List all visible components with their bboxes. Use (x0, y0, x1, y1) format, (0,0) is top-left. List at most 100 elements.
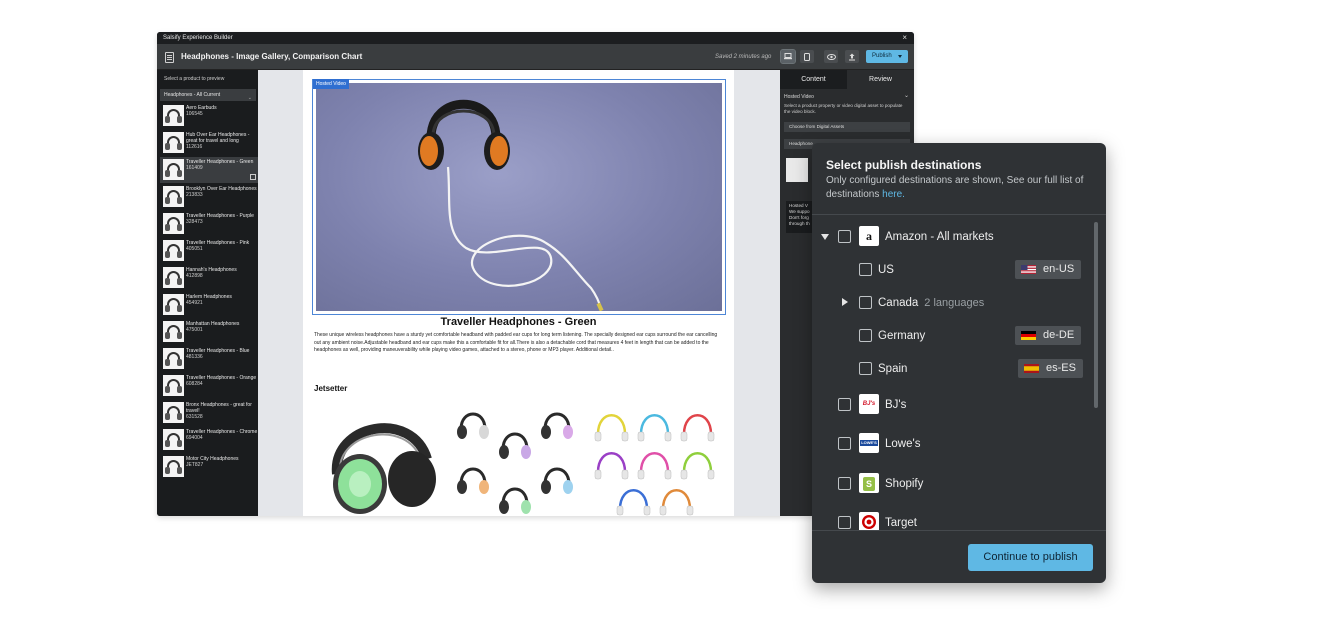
us-flag-icon (1021, 265, 1036, 274)
product-sku: 475001 (186, 327, 203, 333)
document-icon (165, 52, 174, 63)
ear-cup-right (177, 440, 182, 447)
preview-page: Hosted Video Traveller Headphones - Gree… (303, 70, 734, 516)
destination-amazon: a Amazon - All markets (812, 225, 1092, 249)
ear-cup-left (165, 413, 170, 420)
product-list-item[interactable]: Traveller Headphones - Blue 481336 (160, 346, 258, 372)
product-thumbnail (163, 321, 184, 342)
product-name: Traveller Headphones - Pink 405051 (186, 240, 258, 252)
product-thumbnail (163, 429, 184, 450)
product-thumbnail (163, 348, 184, 369)
product-sku: 213833 (186, 192, 203, 198)
tab-content[interactable]: Content (780, 70, 847, 89)
product-list-item[interactable]: Brooklyn Over Ear Headphones 213833 (160, 184, 258, 210)
canada-checkbox[interactable] (859, 296, 872, 309)
product-set-select[interactable]: Headphones - All Current ⌄ (160, 89, 256, 101)
upload-button[interactable] (845, 50, 859, 63)
ear-cup-right (177, 278, 182, 285)
destinations-link[interactable]: here. (882, 189, 905, 200)
ear-cup-left (165, 440, 170, 447)
ear-cup-left (165, 143, 170, 150)
tab-review[interactable]: Review (847, 70, 914, 89)
us-checkbox[interactable] (859, 263, 872, 276)
product-sku: 631528 (186, 414, 203, 420)
hosted-video-badge: Hosted Video (313, 79, 349, 89)
page-title: Headphones - Image Gallery, Comparison C… (181, 52, 363, 61)
product-thumbnail (163, 240, 184, 261)
ear-cup-right (177, 332, 182, 339)
shopify-checkbox[interactable] (838, 477, 851, 490)
product-name: Harlem Headphones 454921 (186, 294, 258, 306)
product-thumbnail (163, 402, 184, 423)
external-link-icon[interactable] (250, 174, 256, 180)
product-list-item[interactable]: Harlem Headphones 454921 (160, 292, 258, 318)
digital-asset-select[interactable]: Choose from Digital Assets (784, 122, 910, 132)
ear-cup-left (165, 116, 170, 123)
product-list-item[interactable]: Traveller Headphones - Chrome 694004 (160, 427, 258, 453)
product-thumbnail (163, 186, 184, 207)
gallery-image-large-headphones (331, 423, 436, 514)
preview-button[interactable] (824, 50, 838, 63)
product-name: Traveller Headphones - Orange 608284 (186, 375, 258, 387)
product-list-item[interactable]: Traveller Headphones - Purple 328473 (160, 211, 258, 237)
product-name: Brooklyn Over Ear Headphones 213833 (186, 186, 258, 198)
hosted-video-block[interactable]: Hosted Video (312, 79, 726, 315)
bjs-logo-icon: BJ's (859, 394, 879, 414)
shopify-logo-text: S (863, 477, 875, 491)
destination-list: a Amazon - All markets US en-US Canada 2 … (812, 215, 1106, 530)
continue-to-publish-button[interactable]: Continue to publish (968, 544, 1093, 571)
product-list-item[interactable]: Traveller Headphones - Green 161409 (160, 157, 258, 183)
collapse-icon[interactable] (821, 234, 829, 240)
close-icon[interactable]: × (902, 32, 907, 44)
desktop-view-button[interactable] (780, 49, 796, 64)
publish-button[interactable]: Publish (866, 50, 908, 63)
product-list-item[interactable]: Aero Earbuds 106545 (160, 103, 258, 129)
destination-shopify: S Shopify (812, 472, 1092, 496)
ear-cup-left (165, 332, 170, 339)
gallery-image-multi-headphones (457, 412, 573, 514)
mobile-view-button[interactable] (800, 50, 814, 63)
spain-flag-icon (1024, 364, 1039, 373)
scrollbar[interactable] (1094, 222, 1098, 408)
product-list-item[interactable]: Hub Over Ear Headphones - great for trav… (160, 130, 258, 156)
lowes-checkbox[interactable] (838, 437, 851, 450)
phone-icon (804, 52, 810, 61)
spain-locale: es-ES (1046, 362, 1076, 374)
expand-icon[interactable] (842, 298, 848, 306)
chevron-down-icon[interactable]: ⌄ (904, 92, 909, 99)
target-label: Target (885, 517, 917, 529)
ear-cup-right (177, 116, 182, 123)
germany-locale: de-DE (1043, 329, 1075, 341)
ear-cup-right (177, 143, 182, 150)
video-preview[interactable] (316, 83, 722, 311)
amazon-label: Amazon - All markets (885, 231, 994, 243)
ear-cup-left (165, 197, 170, 204)
laptop-icon (784, 53, 792, 60)
product-name: Hub Over Ear Headphones - great for trav… (186, 132, 258, 150)
target-checkbox[interactable] (838, 516, 851, 529)
product-thumbnail (163, 294, 184, 315)
product-thumbnail (163, 375, 184, 396)
product-list-item[interactable]: Traveller Headphones - Pink 405051 (160, 238, 258, 264)
product-description: These unique wireless headphones have a … (314, 332, 718, 354)
germany-checkbox[interactable] (859, 329, 872, 342)
product-set-value: Headphones - All Current (164, 92, 221, 98)
product-list-item[interactable]: Bronx Headphones - great for travel! 6315… (160, 400, 258, 426)
ear-cup-right (177, 386, 182, 393)
video-help-text: Select a product property or video digit… (784, 103, 903, 114)
lowes-logo-icon: LOWE'S (859, 433, 879, 453)
product-list-item[interactable]: Manhattan Headphones 475001 (160, 319, 258, 345)
bjs-checkbox[interactable] (838, 398, 851, 411)
product-list-item[interactable]: Motor City Headphones JET827 (160, 454, 258, 480)
experience-builder-window: Salsify Experience Builder × Headphones … (157, 32, 914, 516)
product-name: Manhattan Headphones 475001 (186, 321, 258, 333)
product-sku: 412898 (186, 273, 203, 279)
product-list-item[interactable]: Hannah's Headphones 412898 (160, 265, 258, 291)
spain-checkbox[interactable] (859, 362, 872, 375)
amazon-checkbox[interactable] (838, 230, 851, 243)
video-thumbnail[interactable] (786, 158, 808, 182)
product-sku: JET827 (186, 462, 204, 468)
target-logo-icon (859, 512, 879, 530)
ear-cup-right (177, 224, 182, 231)
product-list-item[interactable]: Traveller Headphones - Orange 608284 (160, 373, 258, 399)
